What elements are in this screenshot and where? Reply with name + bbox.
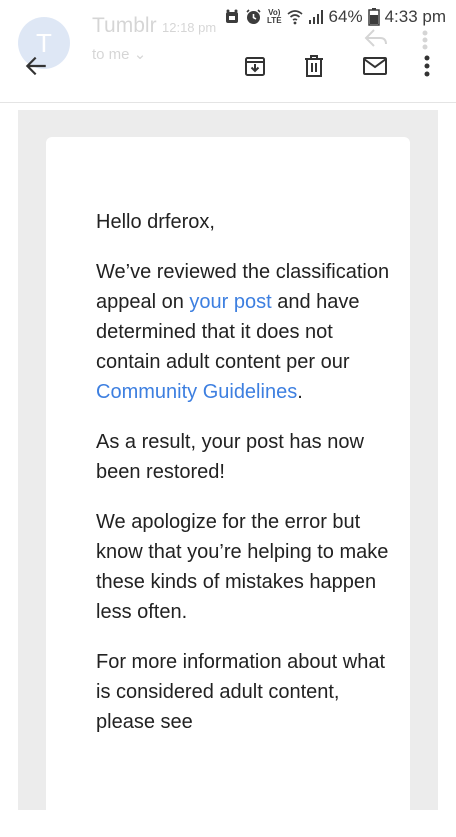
signal-icon (308, 9, 324, 25)
archive-icon (245, 57, 265, 76)
recipient-label: to me ⌄ (92, 45, 146, 63)
mark-unread-button[interactable] (359, 50, 391, 82)
paragraph-info: For more information about what is consi… (96, 651, 386, 733)
greeting: Hello drferox, (96, 211, 215, 233)
back-button[interactable] (20, 50, 52, 82)
more-vertical-icon (424, 55, 430, 77)
community-guidelines-link[interactable]: Community Guidelines (96, 381, 297, 403)
message-body: Hello drferox, We’ve reviewed the classi… (18, 110, 438, 837)
paragraph-restored: As a result, your post has now been rest… (96, 431, 364, 483)
clock-icon (245, 9, 262, 25)
message-text: Hello drferox, We’ve reviewed the classi… (96, 207, 396, 757)
recipient-text: to me (92, 46, 130, 63)
wifi-icon (287, 9, 303, 25)
battery-percent: 64% (328, 7, 363, 26)
paragraph-apology: We apologize for the error but know that… (96, 511, 389, 623)
clock-time: 4:33 pm (384, 7, 446, 26)
arrow-back-icon (25, 56, 46, 76)
paragraph-review: We’ve reviewed the classification appeal… (96, 257, 396, 407)
volte-icon: Vo) LTE (267, 8, 282, 25)
alarm-icon (224, 9, 240, 25)
status-bar: Vo) LTE 64% 4:33 pm (0, 0, 456, 34)
review-text-end: . (297, 381, 303, 403)
message-card: Hello drferox, We’ve reviewed the classi… (46, 137, 410, 837)
delete-button[interactable] (298, 50, 330, 82)
trash-icon (305, 55, 323, 77)
mail-icon (363, 57, 387, 75)
your-post-link[interactable]: your post (189, 291, 271, 313)
archive-button[interactable] (239, 50, 271, 82)
more-options-button[interactable] (411, 50, 443, 82)
battery-icon (367, 8, 380, 26)
chevron-down-icon: ⌄ (133, 46, 147, 63)
